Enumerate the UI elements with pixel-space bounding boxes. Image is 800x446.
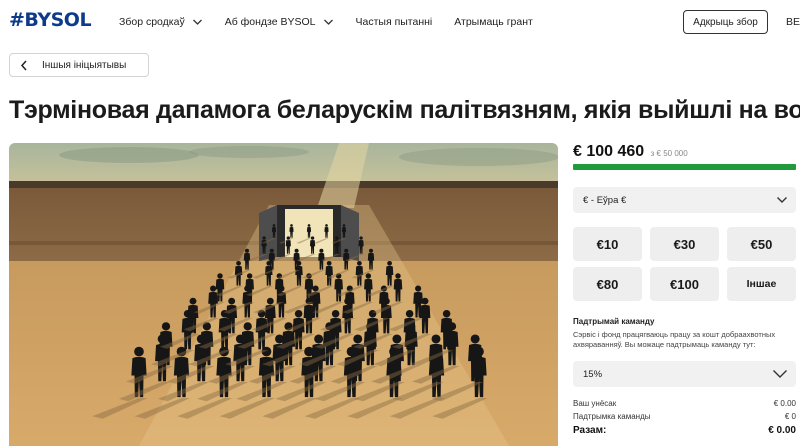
chevron-left-icon xyxy=(20,60,27,70)
total-row: Разам: € 0.00 xyxy=(573,425,796,436)
amount-options: €10 €30 €50 €80 €100 Іншае xyxy=(573,227,796,301)
progress-bar xyxy=(573,164,796,170)
amount-button-other[interactable]: Іншае xyxy=(727,267,796,301)
total-label: Разам: xyxy=(573,425,607,436)
site-header: #BYSOL Збор сродкаў Аб фондзе BYSOL Част… xyxy=(0,0,800,44)
support-team-title: Падтрымай каманду xyxy=(573,317,655,326)
summary-value: € 0.00 xyxy=(773,399,796,408)
main-nav: Збор сродкаў Аб фондзе BYSOL Частыя пыта… xyxy=(119,16,555,28)
chevron-down-icon xyxy=(773,370,787,378)
nav-label: Атрымаць грант xyxy=(454,16,533,28)
amount-button-30[interactable]: €30 xyxy=(650,227,719,261)
raised-amount-row: € 100 460 з € 50 000 xyxy=(573,143,688,161)
amount-button-100[interactable]: €100 xyxy=(650,267,719,301)
amount-button-10[interactable]: €10 xyxy=(573,227,642,261)
support-team-description: Сэрвіс і фонд працягваюць працу за кошт … xyxy=(573,330,776,349)
language-switcher[interactable]: BE xyxy=(786,16,800,28)
nav-item-about[interactable]: Аб фондзе BYSOL xyxy=(225,16,334,28)
nav-item-faq[interactable]: Частыя пытанні xyxy=(356,16,433,28)
goal-amount: з € 50 000 xyxy=(650,149,688,158)
back-to-initiatives-button[interactable]: Іншыя ініцыятывы xyxy=(9,53,149,77)
progress-fill xyxy=(573,164,796,170)
amount-button-50[interactable]: €50 xyxy=(727,227,796,261)
raised-amount: € 100 460 xyxy=(573,143,645,160)
summary-value: € 0 xyxy=(784,412,796,421)
chevron-down-icon xyxy=(777,197,787,203)
campaign-image xyxy=(9,143,558,446)
back-button-label: Іншыя ініцыятывы xyxy=(42,59,127,71)
page-title: Тэрміновая дапамога беларускім палітвязн… xyxy=(9,96,800,124)
amount-button-80[interactable]: €80 xyxy=(573,267,642,301)
nav-label: Збор сродкаў xyxy=(119,16,185,28)
summary-label: Падтрымка каманды xyxy=(573,412,651,421)
chevron-down-icon xyxy=(192,19,202,25)
team-support-percent-select[interactable]: 15% xyxy=(573,361,796,387)
nav-item-fundraisers[interactable]: Збор сродкаў xyxy=(119,16,203,28)
nav-label: Аб фондзе BYSOL xyxy=(224,16,316,28)
total-value: € 0.00 xyxy=(768,425,796,436)
summary-label: Ваш унёсак xyxy=(573,399,617,408)
your-contribution-row: Ваш унёсак € 0.00 xyxy=(573,399,796,408)
team-support-row: Падтрымка каманды € 0 xyxy=(573,412,796,421)
bysol-logo[interactable]: #BYSOL xyxy=(9,9,92,31)
chevron-down-icon xyxy=(323,19,333,25)
currency-select-value: € - Еўра € xyxy=(583,194,627,206)
nav-label: Частыя пытанні xyxy=(355,16,433,28)
currency-select[interactable]: € - Еўра € xyxy=(573,187,796,213)
nav-item-grant[interactable]: Атрымаць грант xyxy=(454,16,533,28)
prisoners-walking-illustration xyxy=(9,143,558,446)
open-fundraiser-button[interactable]: Адкрыць збор xyxy=(683,10,768,34)
percent-select-value: 15% xyxy=(583,368,603,380)
